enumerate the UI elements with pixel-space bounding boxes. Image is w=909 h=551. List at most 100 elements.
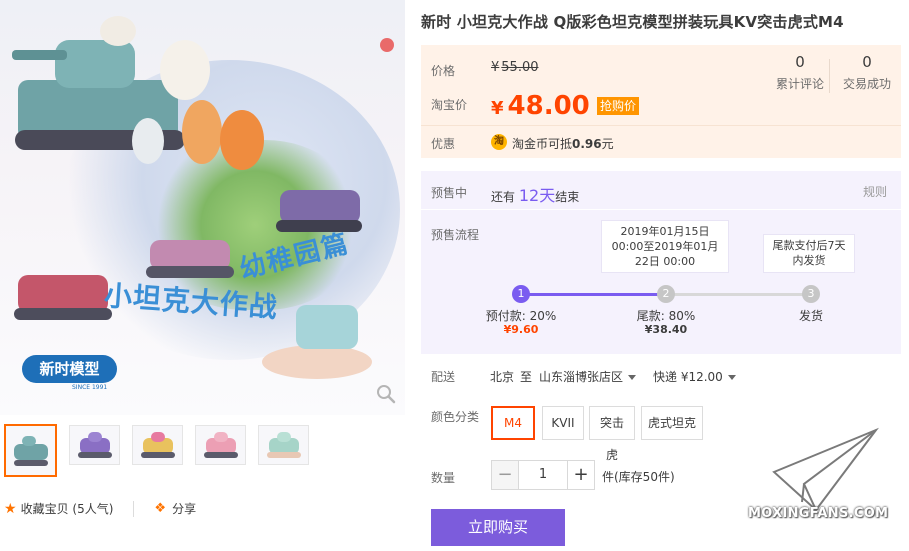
- original-price: ¥55.00: [491, 60, 539, 75]
- quantity-increment-button[interactable]: +: [567, 460, 595, 490]
- red-tank-tracks: [14, 308, 112, 320]
- step1-card-line3: 22日 00:00: [634, 255, 696, 268]
- color-label: 颜色分类: [431, 410, 480, 424]
- presale-step-1-dot: 1: [512, 285, 530, 303]
- presale-step-3-label: 发货: [798, 309, 823, 323]
- stock-text: 件(库存50件): [602, 470, 675, 484]
- presale-progress-fill: [521, 293, 666, 296]
- promo-text-main: 淘金币可抵: [512, 137, 573, 151]
- price-value: 48.00: [507, 91, 590, 121]
- taobao-price-label: 淘宝价: [431, 98, 468, 112]
- quantity-decrement-button[interactable]: −: [491, 460, 519, 490]
- original-price-currency: ¥: [491, 60, 500, 75]
- chevron-down-icon: [727, 375, 736, 380]
- hand-illustration: [262, 345, 372, 379]
- star-icon: ★: [4, 500, 17, 517]
- presale-rules-link[interactable]: 规则: [863, 183, 887, 200]
- step1-time-card: 2019年01月15日 00:00至2019年01月 22日 00:00: [601, 220, 729, 273]
- paper-plane-watermark-icon: [772, 427, 879, 512]
- ship-to: 山东淄博张店区: [539, 370, 624, 384]
- presale-label: 预售中: [431, 186, 468, 200]
- divider: [133, 500, 135, 517]
- thumbnail-pink-tank[interactable]: [195, 425, 246, 465]
- color-option-m4[interactable]: M4: [491, 406, 535, 440]
- step2-card-line1: 尾款支付后7天: [772, 239, 846, 252]
- favorite-button[interactable]: 收藏宝贝 (5人气): [21, 500, 114, 517]
- brand-logo-text: 新时模型: [22, 355, 117, 383]
- zoom-icon[interactable]: [375, 383, 397, 405]
- presale-step-3-dot: 3: [802, 285, 820, 303]
- original-price-value: 55.00: [501, 60, 539, 75]
- chevron-down-icon: [628, 375, 637, 380]
- thumbnail-purple-tank[interactable]: [69, 425, 120, 465]
- quantity-input[interactable]: 1: [519, 460, 567, 490]
- penguin-character: [132, 118, 164, 164]
- thumbnail-mint-tank[interactable]: [258, 425, 309, 465]
- rush-price-tag: 抢购价: [597, 97, 640, 115]
- product-title: 新时 小坦克大作战 Q版彩色坦克模型拼装玩具KV突击虎式M4: [421, 13, 844, 31]
- kv-tank-barrel: [12, 50, 67, 60]
- promo-amount: 0.96: [572, 137, 602, 151]
- presale-step-1-amount: ¥9.60: [503, 323, 539, 336]
- kv-tank-turret: [55, 40, 135, 88]
- deals-stat[interactable]: 0 交易成功: [837, 53, 897, 92]
- reviews-label: 累计评论: [775, 77, 824, 91]
- favorite-share-row: ★ 收藏宝贝 (5人气) ❖ 分享: [4, 500, 196, 517]
- express-selector[interactable]: 快递 ¥12.00: [653, 368, 736, 385]
- presale-remaining: 还有 12天结束: [491, 182, 579, 206]
- tiger-character: [182, 100, 222, 164]
- color-option-kvii[interactable]: KVII: [542, 406, 584, 440]
- brand-logo: 新时模型 SINCE 1991: [22, 355, 117, 395]
- pink-tank-tracks: [146, 266, 234, 278]
- presale-step-2-label: 尾款: 80%: [636, 309, 696, 323]
- original-price-label: 价格: [431, 64, 456, 78]
- thumbnail-yellow-pink-tank[interactable]: [132, 425, 183, 465]
- remain-days: 12天: [518, 186, 556, 205]
- deals-count: 0: [862, 53, 872, 71]
- thumbnail-strip: [4, 424, 309, 477]
- taobao-price: ¥48.00: [491, 91, 590, 121]
- quantity-label: 数量: [431, 471, 456, 485]
- presale-step-2-dot: 2: [657, 285, 675, 303]
- deals-label: 交易成功: [842, 77, 891, 91]
- main-product-image[interactable]: 幼稚园篇 小坦克大作战 新时模型 SINCE 1991: [0, 0, 405, 415]
- step1-card-line2: 00:00至2019年01月: [611, 240, 719, 253]
- presale-step-2-amount: ¥38.40: [644, 323, 688, 336]
- price-panel: 价格 ¥55.00 淘宝价 ¥48.00 抢购价 0 累计评论 0 交易成功 优…: [421, 45, 901, 158]
- presale-flow-label: 预售流程: [431, 228, 480, 242]
- step2-time-card: 尾款支付后7天 内发货: [763, 234, 855, 273]
- reviews-stat[interactable]: 0 累计评论: [771, 53, 829, 92]
- mint-tank-illustration: [296, 305, 358, 349]
- divider: [421, 209, 901, 210]
- presale-panel: 预售中 还有 12天结束 规则 预售流程 2019年01月15日 00:00至2…: [421, 171, 901, 354]
- remain-prefix: 还有: [491, 190, 516, 204]
- promo-text: 淘金币可抵0.96元: [512, 135, 614, 152]
- color-option-assault-tiger[interactable]: 突击虎: [589, 406, 635, 462]
- fox-character: [220, 110, 264, 170]
- ship-to-selector[interactable]: 山东淄博张店区: [539, 368, 637, 385]
- favorite-count: (5人气): [72, 502, 114, 516]
- flower-decoration: [380, 38, 394, 52]
- taobao-coin-icon: 淘: [491, 134, 507, 150]
- color-option-tiger-tank[interactable]: 虎式坦克: [641, 406, 703, 440]
- thumbnail-main[interactable]: [4, 424, 57, 477]
- ship-to-word: 至: [520, 370, 533, 384]
- buy-now-button[interactable]: 立即购买: [431, 509, 565, 546]
- remain-suffix: 结束: [555, 190, 580, 204]
- stat-divider: [829, 59, 830, 93]
- share-button[interactable]: 分享: [172, 500, 196, 517]
- divider: [421, 125, 901, 126]
- purple-tank-illustration: [280, 190, 360, 224]
- watermark-text: MOXINGFANS.COM: [748, 506, 889, 521]
- bear-character: [160, 40, 210, 100]
- reviews-count: 0: [795, 53, 805, 71]
- delivery-label: 配送: [431, 370, 456, 384]
- brand-logo-sub: SINCE 1991: [72, 384, 108, 391]
- step2-card-line2: 内发货: [792, 254, 826, 267]
- share-icon: ❖: [154, 501, 167, 516]
- cat-character: [100, 16, 136, 46]
- price-currency: ¥: [491, 98, 504, 119]
- ship-from: 北京: [490, 370, 515, 384]
- presale-step-1-label: 预付款: 20%: [485, 309, 557, 323]
- express-fee: 快递 ¥12.00: [653, 370, 723, 384]
